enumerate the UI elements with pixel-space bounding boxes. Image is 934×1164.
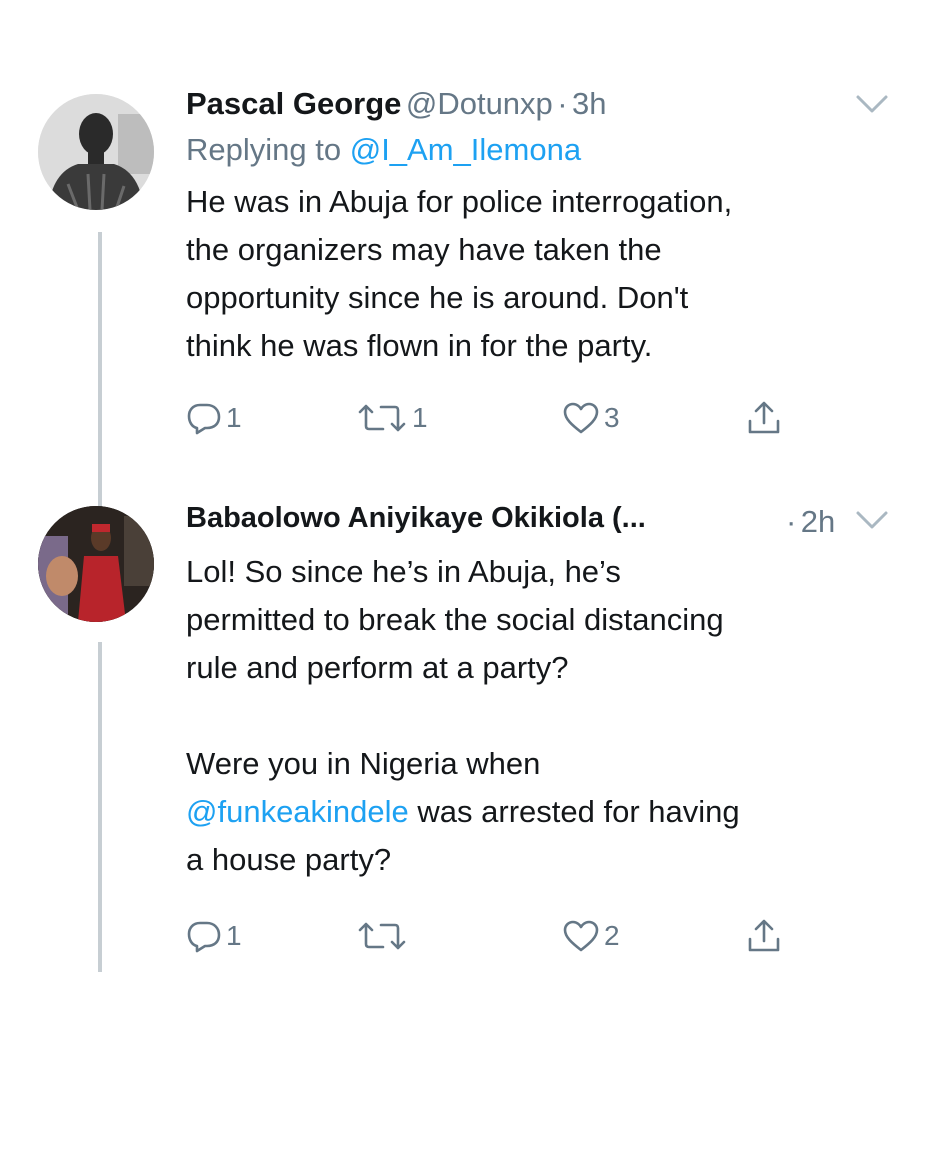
timestamp[interactable]: 2h [801,504,835,539]
author-name[interactable]: Babaolowo Aniyikaye Okikiola (... [186,502,646,534]
text-line: He was in Abuja for police interrogation… [186,184,733,219]
share-icon [748,919,780,952]
action-bar: 1 2 [186,914,894,964]
tweet-content: Pascal George @Dotunxp · 3h Replying to … [186,86,894,446]
like-count: 2 [604,920,620,951]
chevron-down-icon[interactable] [854,92,890,116]
avatar[interactable] [38,94,154,210]
text-segment: was arrested for having [408,794,740,829]
retweet-button[interactable] [356,914,412,958]
retweet-count: 1 [412,402,428,433]
share-button[interactable] [746,914,782,958]
tweet-text: Lol! So since he’s in Abuja, he’s permit… [186,548,894,884]
text-line: the organizers may have taken the [186,232,662,267]
replying-to-label: Replying to [186,132,342,167]
text-line: rule and perform at a party? [186,650,569,685]
retweet-icon [358,404,406,432]
tweet-header: Babaolowo Aniyikaye Okikiola (... · 2h [186,502,894,548]
avatar-photo [38,94,154,210]
like-icon [563,920,599,952]
author-handle[interactable]: @Dotunxp [406,86,553,121]
like-button[interactable]: 2 [562,914,620,958]
tweet-content: Babaolowo Aniyikaye Okikiola (... · 2h L… [186,500,894,964]
tweet-text: He was in Abuja for police interrogation… [186,178,894,370]
tweet-header: Pascal George @Dotunxp · 3h [186,86,894,132]
avatar[interactable] [38,506,154,622]
like-button[interactable]: 3 [562,396,620,440]
retweet-icon [358,922,406,950]
mention-link[interactable]: @I_Am_Ilemona [350,132,581,167]
like-count: 3 [604,402,620,433]
text-line: Lol! So since he’s in Abuja, he’s [186,554,621,589]
retweet-button[interactable]: 1 [356,396,428,440]
avatar-photo [38,506,154,622]
reply-button[interactable]: 1 [186,914,242,958]
mention-link[interactable]: @funkeakindele [186,794,409,829]
text-line: permitted to break the social distancing [186,602,724,637]
separator: · [786,504,797,539]
reply-count: 1 [226,920,242,951]
share-icon [748,401,780,434]
reply-icon [187,921,221,953]
like-icon [563,402,599,434]
reply-button[interactable]: 1 [186,396,242,440]
separator: · [557,86,568,121]
replying-to: Replying to @I_Am_Ilemona [186,132,894,178]
text-line: think he was flown in for the party. [186,328,653,363]
reply-count: 1 [226,402,242,433]
author-name[interactable]: Pascal George [186,86,401,121]
tweet[interactable]: Babaolowo Aniyikaye Okikiola (... · 2h L… [0,500,934,972]
thread-line [98,642,102,972]
tweet[interactable]: Pascal George @Dotunxp · 3h Replying to … [0,86,934,582]
text-line: a house party? [186,842,392,877]
text-line: opportunity since he is around. Don't [186,280,689,315]
share-button[interactable] [746,396,782,440]
chevron-down-icon[interactable] [854,508,890,532]
reply-icon [187,403,221,435]
text-line: Were you in Nigeria when [186,746,541,781]
action-bar: 1 1 3 [186,396,894,446]
text-line: @funkeakindele was arrested for having [186,788,894,836]
timestamp[interactable]: 3h [572,86,606,121]
